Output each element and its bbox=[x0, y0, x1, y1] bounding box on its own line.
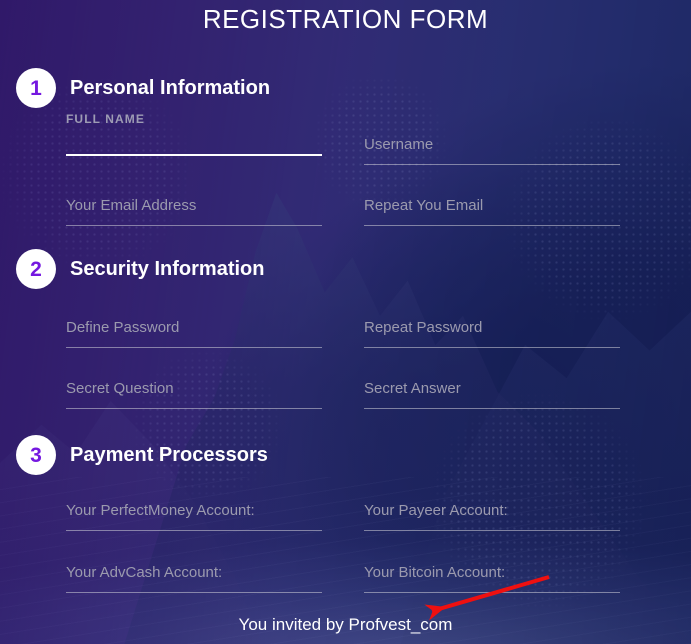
secret-question-input[interactable] bbox=[66, 375, 322, 409]
invite-text: You invited by Profvest_com bbox=[238, 615, 453, 634]
section-title-payment-processors: Payment Processors bbox=[70, 443, 268, 466]
define-password-input[interactable] bbox=[66, 314, 322, 348]
field-username[interactable] bbox=[364, 131, 620, 165]
field-payeer-account[interactable] bbox=[364, 497, 620, 531]
field-email[interactable] bbox=[66, 192, 322, 226]
field-secret-answer[interactable] bbox=[364, 375, 620, 409]
field-bitcoin-account[interactable] bbox=[364, 559, 620, 593]
repeat-password-input[interactable] bbox=[364, 314, 620, 348]
step-badge-1: 1 bbox=[16, 68, 56, 108]
repeat-email-input[interactable] bbox=[364, 192, 620, 226]
section-title-personal-information: Personal Information bbox=[70, 76, 271, 99]
field-repeat-password[interactable] bbox=[364, 314, 620, 348]
field-repeat-email[interactable] bbox=[364, 192, 620, 226]
full-name-input[interactable] bbox=[66, 122, 322, 156]
step-badge-3: 3 bbox=[16, 435, 56, 475]
email-input[interactable] bbox=[66, 192, 322, 226]
field-advcash-account[interactable] bbox=[66, 559, 322, 593]
section-header-personal-information: 1 Personal Information bbox=[16, 68, 270, 108]
field-perfectmoney-account[interactable] bbox=[66, 497, 322, 531]
section-title-security-information: Security Information bbox=[70, 257, 265, 280]
secret-answer-input[interactable] bbox=[364, 375, 620, 409]
advcash-account-input[interactable] bbox=[66, 559, 322, 593]
field-define-password[interactable] bbox=[66, 314, 322, 348]
section-header-security-information: 2 Security Information bbox=[16, 249, 264, 289]
registration-form-page: REGISTRATION FORM 1 Personal Information… bbox=[0, 0, 691, 644]
page-title: REGISTRATION FORM bbox=[202, 4, 489, 34]
payeer-account-input[interactable] bbox=[364, 497, 620, 531]
username-input[interactable] bbox=[364, 131, 620, 165]
bitcoin-account-input[interactable] bbox=[364, 559, 620, 593]
field-full-name[interactable] bbox=[66, 122, 322, 156]
field-secret-question[interactable] bbox=[66, 375, 322, 409]
section-header-payment-processors: 3 Payment Processors bbox=[16, 435, 268, 475]
perfectmoney-account-input[interactable] bbox=[66, 497, 322, 531]
step-badge-2: 2 bbox=[16, 249, 56, 289]
